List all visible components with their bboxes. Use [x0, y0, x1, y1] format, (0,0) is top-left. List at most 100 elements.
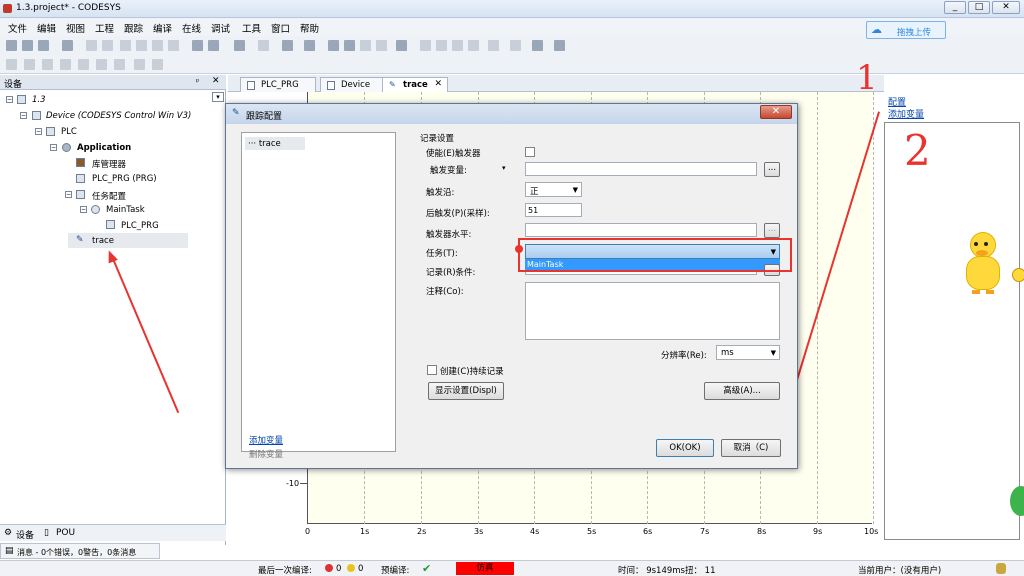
- tree-item-plc-prg-call[interactable]: PLC_PRG: [121, 221, 159, 231]
- cancel-button[interactable]: 取消（C): [721, 439, 781, 457]
- dialog-add-variable-link[interactable]: 添加变量: [249, 434, 283, 446]
- stretch-icon[interactable]: [134, 59, 145, 70]
- paste-icon[interactable]: [152, 40, 163, 51]
- copy-icon[interactable]: [136, 40, 147, 51]
- step-into-icon[interactable]: [436, 40, 447, 51]
- force-icon[interactable]: [532, 40, 543, 51]
- print-icon[interactable]: [62, 40, 73, 51]
- maximize-button[interactable]: □: [968, 1, 990, 14]
- tree-item-task-config[interactable]: 任务配置: [92, 190, 126, 202]
- messages-tab[interactable]: ▤ 消息 - 0个错误，0警告，0条消息: [0, 543, 160, 559]
- tree-item-maintask[interactable]: MainTask: [106, 205, 145, 215]
- tool-icon[interactable]: [6, 59, 17, 70]
- step-icon[interactable]: [420, 40, 431, 51]
- tree-item-plc[interactable]: PLC: [61, 127, 77, 137]
- reset-view-icon[interactable]: [152, 59, 163, 70]
- enable-trigger-checkbox[interactable]: [525, 147, 535, 157]
- dialog-close-button[interactable]: ✕: [760, 105, 792, 119]
- expander-icon[interactable]: −: [35, 128, 42, 135]
- tab-trace[interactable]: ✎ trace ✕: [382, 77, 448, 92]
- delete-icon[interactable]: [168, 40, 179, 51]
- trigger-level-input[interactable]: [525, 223, 757, 237]
- tree-dropdown-icon[interactable]: ▾: [212, 92, 224, 102]
- write-icon[interactable]: [510, 40, 521, 51]
- object-icon[interactable]: [258, 40, 269, 51]
- expander-icon[interactable]: −: [50, 144, 57, 151]
- tree-item-plc-prg[interactable]: PLC_PRG (PRG): [92, 174, 157, 184]
- floating-widget-icon[interactable]: [1012, 268, 1024, 282]
- tree-item-trace[interactable]: trace: [92, 236, 114, 246]
- trigger-level-browse-button[interactable]: ...: [764, 223, 780, 238]
- trigger-edge-select[interactable]: 正 ▼: [525, 182, 582, 197]
- login-icon[interactable]: [328, 40, 339, 51]
- trigger-variable-input[interactable]: [525, 162, 757, 176]
- persistent-record-checkbox[interactable]: [427, 365, 437, 375]
- simulation-badge[interactable]: 仿真: [456, 562, 514, 575]
- expander-icon[interactable]: −: [65, 191, 72, 198]
- save-icon[interactable]: [38, 40, 49, 51]
- open-icon[interactable]: [22, 40, 33, 51]
- tree-item-device[interactable]: Device (CODESYS Control Win V3): [46, 111, 191, 121]
- step-out-icon[interactable]: [468, 40, 479, 51]
- step-over-icon[interactable]: [452, 40, 463, 51]
- expander-icon[interactable]: −: [6, 96, 13, 103]
- menu-view[interactable]: 视图: [66, 21, 85, 35]
- menu-edit[interactable]: 编辑: [37, 21, 56, 35]
- undo-icon[interactable]: [86, 40, 97, 51]
- play-icon[interactable]: [24, 59, 35, 70]
- new-icon[interactable]: [6, 40, 17, 51]
- zoom-icon[interactable]: [96, 59, 107, 70]
- tree-item-application[interactable]: Application: [77, 143, 131, 153]
- dialog-tree-item-trace[interactable]: ··· trace: [248, 139, 281, 149]
- properties-icon[interactable]: [282, 40, 293, 51]
- minimize-button[interactable]: _: [944, 1, 966, 14]
- tree-item-project[interactable]: 1.3: [32, 95, 46, 105]
- resolution-select[interactable]: ms ▼: [716, 345, 780, 360]
- tab-device[interactable]: Device: [320, 77, 386, 92]
- window-icon[interactable]: [234, 40, 245, 51]
- close-button[interactable]: ✕: [992, 1, 1020, 14]
- logout-icon[interactable]: [344, 40, 355, 51]
- tab-devices[interactable]: 设备: [16, 528, 34, 541]
- ok-button[interactable]: OK(OK): [656, 439, 714, 457]
- compress-icon[interactable]: [114, 59, 125, 70]
- menu-online[interactable]: 在线: [182, 21, 201, 35]
- comment-textarea[interactable]: [525, 282, 780, 340]
- breakpoint-icon[interactable]: [488, 40, 499, 51]
- upload-button[interactable]: ☁ 拖拽上传: [866, 21, 946, 39]
- post-trigger-input[interactable]: 51: [525, 203, 582, 217]
- expander-icon[interactable]: −: [80, 206, 87, 213]
- menu-help[interactable]: 帮助: [300, 21, 319, 35]
- display-settings-button[interactable]: 显示设置(Displ): [428, 382, 504, 400]
- menu-project[interactable]: 工程: [95, 21, 114, 35]
- stop-icon[interactable]: [376, 40, 387, 51]
- advanced-button[interactable]: 高级(A)...: [704, 382, 780, 400]
- tab-pou[interactable]: POU: [56, 528, 75, 538]
- shield-icon[interactable]: [996, 563, 1006, 574]
- menu-debug[interactable]: 调试: [211, 21, 230, 35]
- menu-file[interactable]: 文件: [8, 21, 27, 35]
- menu-tools[interactable]: 工具: [242, 21, 261, 35]
- menu-window[interactable]: 窗口: [271, 21, 290, 35]
- build-icon[interactable]: [304, 40, 315, 51]
- trigger-var-arrow-icon[interactable]: ▾: [502, 164, 506, 172]
- add-variable-link[interactable]: 添加变量: [888, 107, 924, 120]
- expander-icon[interactable]: −: [20, 112, 27, 119]
- cursor-icon[interactable]: [78, 59, 89, 70]
- start-icon[interactable]: [360, 40, 371, 51]
- stop-trace-icon[interactable]: [60, 59, 71, 70]
- cut-icon[interactable]: [120, 40, 131, 51]
- panel-close-icon[interactable]: ✕: [212, 76, 220, 86]
- find-icon[interactable]: [192, 40, 203, 51]
- menu-build[interactable]: 编译: [153, 21, 172, 35]
- reset-icon[interactable]: [396, 40, 407, 51]
- tab-close-icon[interactable]: ✕: [434, 79, 442, 89]
- menu-trace[interactable]: 跟踪: [124, 21, 143, 35]
- panel-pin-icon[interactable]: ᵖ: [196, 77, 199, 86]
- redo-icon[interactable]: [102, 40, 113, 51]
- cart-icon[interactable]: [554, 40, 565, 51]
- dialog-delete-variable[interactable]: 删除变量: [249, 448, 283, 460]
- replace-icon[interactable]: [208, 40, 219, 51]
- tree-item-library[interactable]: 库管理器: [92, 158, 126, 170]
- tab-plc-prg[interactable]: PLC_PRG: [240, 77, 316, 92]
